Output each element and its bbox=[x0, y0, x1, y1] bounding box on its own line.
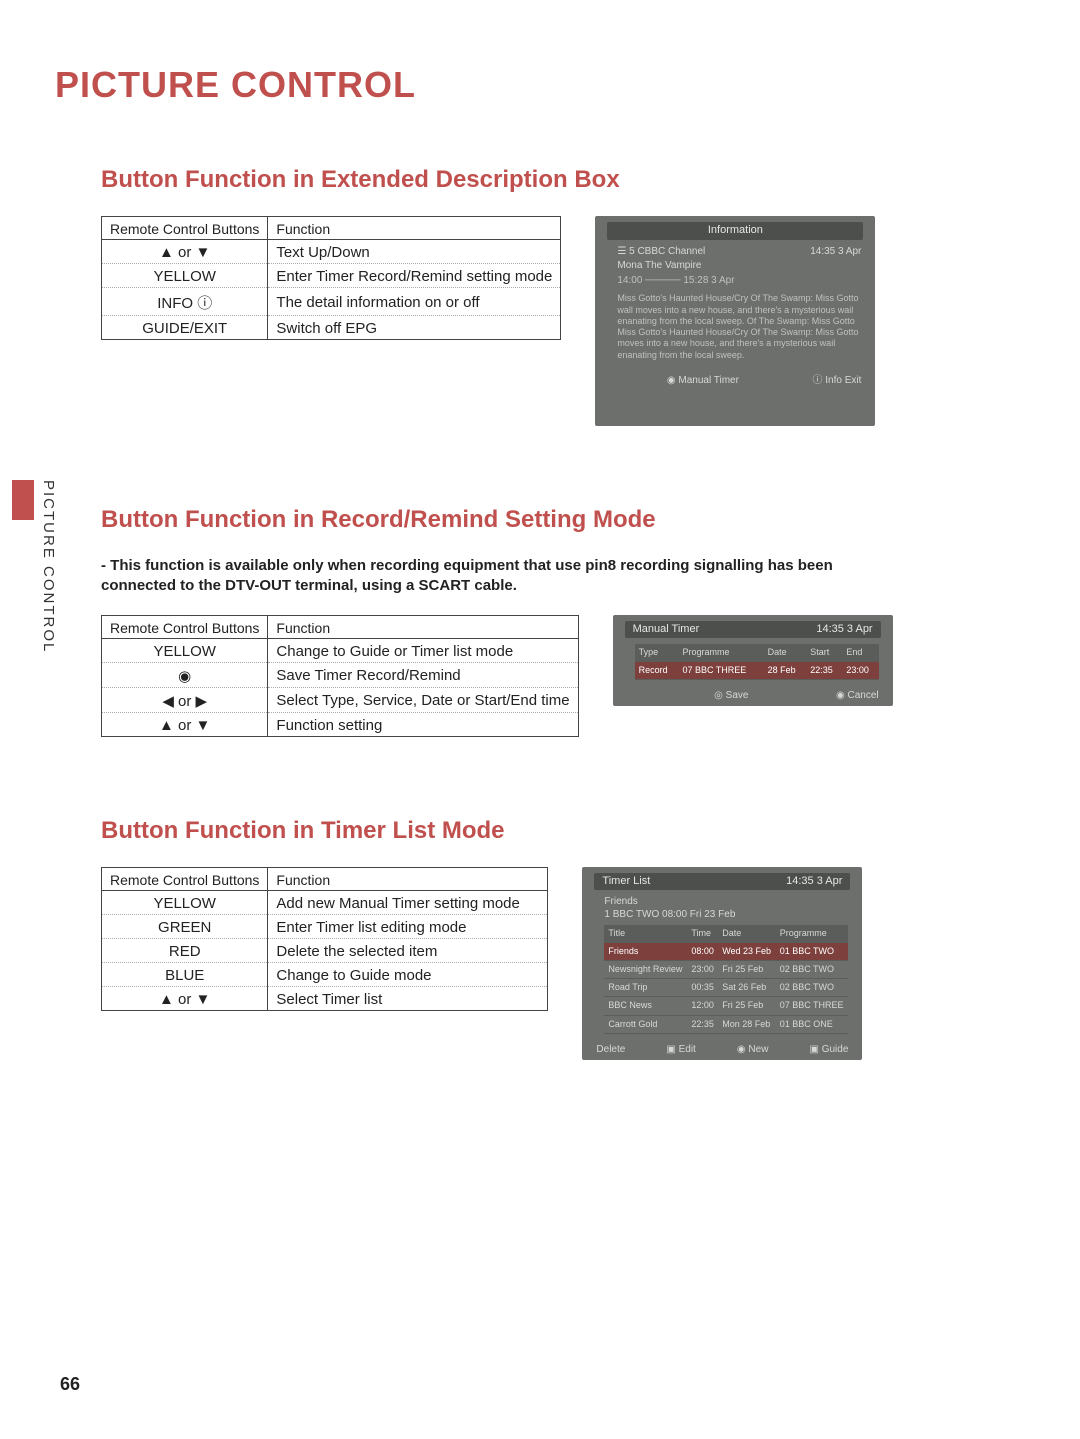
th-function: Function bbox=[268, 217, 561, 240]
table-row: YELLOWAdd new Manual Timer setting mode bbox=[102, 890, 548, 914]
th-buttons: Remote Control Buttons bbox=[102, 867, 268, 890]
side-tab: PICTURE CONTROL bbox=[12, 480, 32, 700]
th-function: Function bbox=[268, 615, 578, 638]
table-row: ◉Save Timer Record/Remind bbox=[102, 662, 579, 687]
table-row: Carrott Gold22:35Mon 28 Feb01 BBC ONE bbox=[604, 1015, 848, 1033]
screenshot-manual-timer: Manual Timer 14:35 3 Apr Type Programme … bbox=[613, 615, 893, 707]
screenshot-information: Information ☰ 5 CBBC Channel 14:35 3 Apr… bbox=[595, 216, 875, 426]
th-function: Function bbox=[268, 867, 548, 890]
table-row: INFO ⓘThe detail information on or off bbox=[102, 288, 561, 316]
section2-heading: Button Function in Record/Remind Setting… bbox=[101, 506, 1015, 534]
table-row: Friends08:00Wed 23 Feb01 BBC TWO bbox=[604, 943, 848, 961]
shot-channel: ☰ 5 CBBC Channel bbox=[617, 246, 705, 259]
shot-programme: Mona The Vampire bbox=[617, 260, 861, 273]
table-row: ▲ or ▼Select Timer list bbox=[102, 986, 548, 1010]
shot-title: Timer List 14:35 3 Apr bbox=[594, 873, 850, 891]
shot-sub2: 1 BBC TWO 08:00 Fri 23 Feb bbox=[604, 909, 848, 922]
shot-foot-delete: Delete bbox=[596, 1044, 625, 1057]
shot-clock: 14:35 3 Apr bbox=[810, 246, 861, 259]
table-row: REDDelete the selected item bbox=[102, 938, 548, 962]
table-row: GREENEnter Timer list editing mode bbox=[102, 914, 548, 938]
shot-description: Miss Gotto's Haunted House/Cry Of The Sw… bbox=[617, 293, 861, 361]
shot-clock: 14:35 3 Apr bbox=[816, 623, 872, 637]
shot-foot-guide: ▣ Guide bbox=[809, 1044, 848, 1057]
shot-title: Manual Timer 14:35 3 Apr bbox=[625, 621, 881, 639]
shot-clock: 14:35 3 Apr bbox=[786, 875, 842, 889]
shot-title: Information bbox=[607, 222, 863, 240]
shot-foot-right: ⓘ Info Exit bbox=[812, 375, 861, 388]
shot-foot-center: ◉ Manual Timer bbox=[609, 375, 796, 388]
side-tab-accent bbox=[12, 480, 34, 520]
shot-foot-save: ◎ Save bbox=[714, 690, 748, 703]
table-row: BLUEChange to Guide mode bbox=[102, 962, 548, 986]
table-row: BBC News12:00Fri 25 Feb07 BBC THREE bbox=[604, 997, 848, 1015]
table-row: ▲ or ▼Text Up/Down bbox=[102, 240, 561, 264]
table-row: YELLOWChange to Guide or Timer list mode bbox=[102, 638, 579, 662]
table-row: Record 07 BBC THREE 28 Feb 22:35 23:00 bbox=[635, 662, 879, 680]
page-title: PICTURE CONTROL bbox=[55, 64, 1015, 106]
shot-table: Title Time Date Programme Friends08:00We… bbox=[604, 925, 848, 1034]
th-buttons: Remote Control Buttons bbox=[102, 615, 268, 638]
page-number: 66 bbox=[60, 1374, 80, 1395]
table-row: ▲ or ▼Function setting bbox=[102, 712, 579, 736]
shot-foot-cancel: ◉ Cancel bbox=[836, 690, 879, 703]
section2-note: - This function is available only when r… bbox=[101, 556, 841, 597]
table-row: GUIDE/EXITSwitch off EPG bbox=[102, 316, 561, 340]
th-buttons: Remote Control Buttons bbox=[102, 217, 268, 240]
section2-table: Remote Control Buttons Function YELLOWCh… bbox=[101, 615, 579, 737]
shot-table: Type Programme Date Start End Record 07 … bbox=[635, 644, 879, 680]
section-record-remind: Button Function in Record/Remind Setting… bbox=[55, 506, 1015, 737]
shot-sub1: Friends bbox=[604, 896, 848, 909]
section-timer-list: Button Function in Timer List Mode Remot… bbox=[55, 817, 1015, 1061]
section3-table: Remote Control Buttons Function YELLOWAd… bbox=[101, 867, 548, 1011]
table-row: Road Trip00:35Sat 26 Feb02 BBC TWO bbox=[604, 979, 848, 997]
table-row: YELLOWEnter Timer Record/Remind setting … bbox=[102, 264, 561, 288]
screenshot-timer-list: Timer List 14:35 3 Apr Friends 1 BBC TWO… bbox=[582, 867, 862, 1061]
shot-timebar: 14:00 ───── 15:28 3 Apr bbox=[617, 275, 861, 288]
section3-heading: Button Function in Timer List Mode bbox=[101, 817, 1015, 845]
section-extended-description: Button Function in Extended Description … bbox=[55, 166, 1015, 426]
section1-heading: Button Function in Extended Description … bbox=[101, 166, 1015, 194]
shot-foot-new: ◉ New bbox=[737, 1044, 769, 1057]
shot-foot-edit: ▣ Edit bbox=[666, 1044, 695, 1057]
section1-table: Remote Control Buttons Function ▲ or ▼Te… bbox=[101, 216, 561, 340]
table-row: ◀ or ▶Select Type, Service, Date or Star… bbox=[102, 687, 579, 712]
table-row: Newsnight Review23:00Fri 25 Feb02 BBC TW… bbox=[604, 960, 848, 978]
